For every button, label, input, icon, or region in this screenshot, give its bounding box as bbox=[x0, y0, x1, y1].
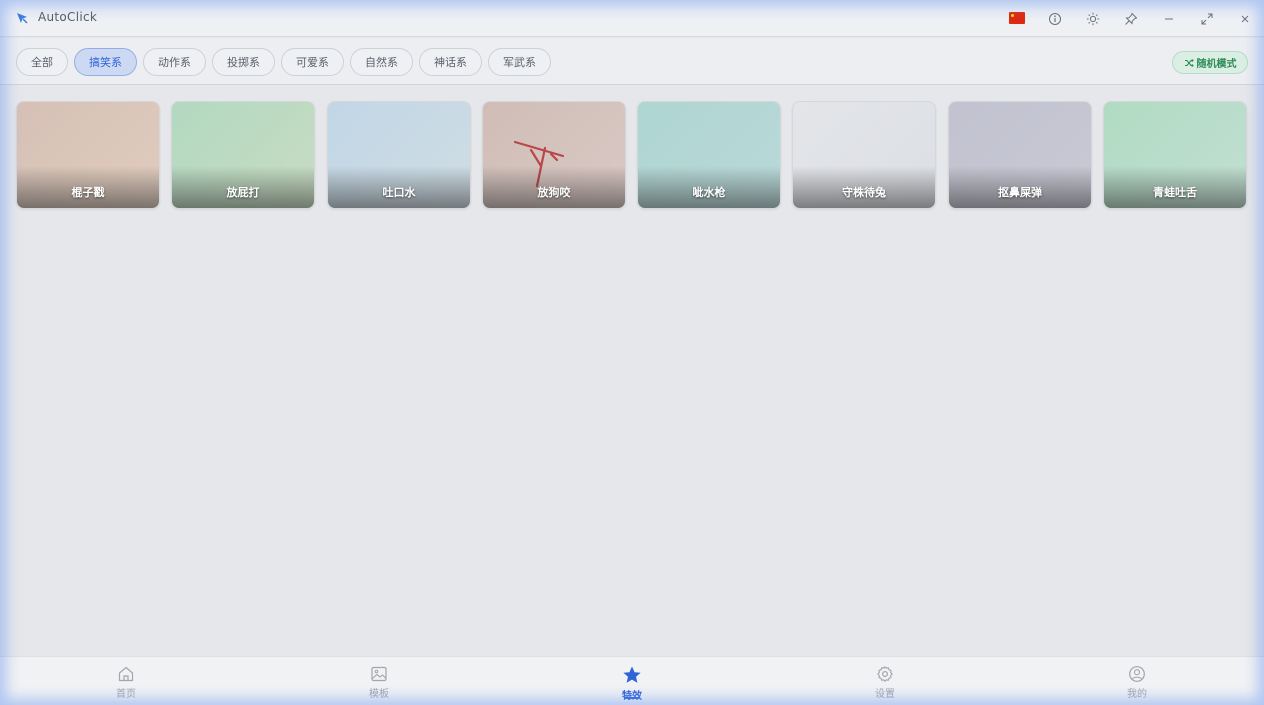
app-window: AutoClick 全部 搞笑系 动作系 投掷系 可爱系 自然系 神话系 军武系… bbox=[0, 0, 1264, 705]
user-icon bbox=[1129, 666, 1145, 682]
nav-home[interactable]: 首页 bbox=[96, 665, 156, 703]
flag-cn-icon[interactable] bbox=[1009, 12, 1025, 24]
info-button[interactable] bbox=[1045, 9, 1065, 29]
nav-home-label: 首页 bbox=[116, 689, 136, 700]
nav-templates-label: 模板 bbox=[369, 689, 389, 700]
image-icon bbox=[371, 666, 387, 682]
app-title: AutoClick bbox=[38, 10, 98, 24]
cursor-click-icon bbox=[17, 13, 28, 24]
effect-card-label: 青蛙吐舌 bbox=[1153, 186, 1197, 199]
effect-card-label: 守株待兔 bbox=[842, 186, 886, 199]
category-tab-military[interactable]: 军武系 bbox=[488, 48, 551, 76]
category-tab-all[interactable]: 全部 bbox=[16, 48, 68, 76]
category-tab-myth[interactable]: 神话系 bbox=[419, 48, 482, 76]
effect-card-dog[interactable]: 放狗咬 bbox=[482, 101, 626, 209]
nav-templates[interactable]: 模板 bbox=[349, 665, 409, 703]
pin-icon bbox=[1125, 12, 1138, 25]
maximize-button[interactable] bbox=[1197, 9, 1217, 29]
close-button[interactable] bbox=[1235, 9, 1255, 29]
effect-card-spit[interactable]: 吐口水 bbox=[327, 101, 471, 209]
effect-card-label: 放狗咬 bbox=[537, 186, 571, 199]
effect-card-booger[interactable]: 抠鼻屎弹 bbox=[948, 101, 1092, 209]
theme-button[interactable] bbox=[1083, 9, 1103, 29]
random-mode-button[interactable]: 随机模式 bbox=[1172, 51, 1248, 74]
effect-card-rabbit[interactable]: 守株待兔 bbox=[792, 101, 936, 209]
info-icon bbox=[1049, 13, 1061, 25]
category-tab-nature[interactable]: 自然系 bbox=[350, 48, 413, 76]
nav-profile-label: 我的 bbox=[1127, 689, 1147, 700]
active-tab-indicator bbox=[624, 697, 640, 699]
effect-card-water-gun[interactable]: 呲水枪 bbox=[637, 101, 781, 209]
title-bar: AutoClick bbox=[0, 0, 1264, 37]
maximize-icon bbox=[1201, 13, 1213, 25]
effect-card-label: 放屁打 bbox=[226, 186, 260, 199]
effect-card-stick[interactable]: 棍子戳 bbox=[16, 101, 160, 209]
nav-effects-label: 特效 bbox=[622, 687, 642, 702]
effect-card-fart[interactable]: 放屁打 bbox=[171, 101, 315, 209]
effect-card-label: 吐口水 bbox=[382, 186, 416, 199]
sun-icon bbox=[1086, 12, 1100, 26]
nav-settings-label: 设置 bbox=[875, 689, 895, 700]
effect-card-label: 棍子戳 bbox=[71, 186, 105, 199]
random-mode-label: 随机模式 bbox=[1196, 59, 1237, 70]
category-tab-funny[interactable]: 搞笑系 bbox=[74, 48, 137, 76]
category-tab-throw[interactable]: 投掷系 bbox=[212, 48, 275, 76]
effect-card-frog[interactable]: 青蛙吐舌 bbox=[1103, 101, 1247, 209]
minimize-icon bbox=[1165, 18, 1173, 20]
category-tab-cute[interactable]: 可爱系 bbox=[281, 48, 344, 76]
pin-button[interactable] bbox=[1121, 9, 1141, 29]
home-icon bbox=[118, 666, 134, 682]
gear-icon bbox=[877, 666, 893, 682]
category-tab-action[interactable]: 动作系 bbox=[143, 48, 206, 76]
shuffle-icon bbox=[1184, 58, 1194, 67]
effect-card-label: 抠鼻屎弹 bbox=[998, 186, 1042, 199]
category-bar: 全部 搞笑系 动作系 投掷系 可爱系 自然系 神话系 军武系 随机模式 bbox=[0, 38, 1264, 85]
nav-profile[interactable]: 我的 bbox=[1107, 665, 1167, 703]
nav-settings[interactable]: 设置 bbox=[855, 665, 915, 703]
close-icon bbox=[1241, 15, 1249, 23]
effect-card-label: 呲水枪 bbox=[692, 186, 726, 199]
star-icon bbox=[623, 666, 641, 683]
minimize-button[interactable] bbox=[1159, 9, 1179, 29]
